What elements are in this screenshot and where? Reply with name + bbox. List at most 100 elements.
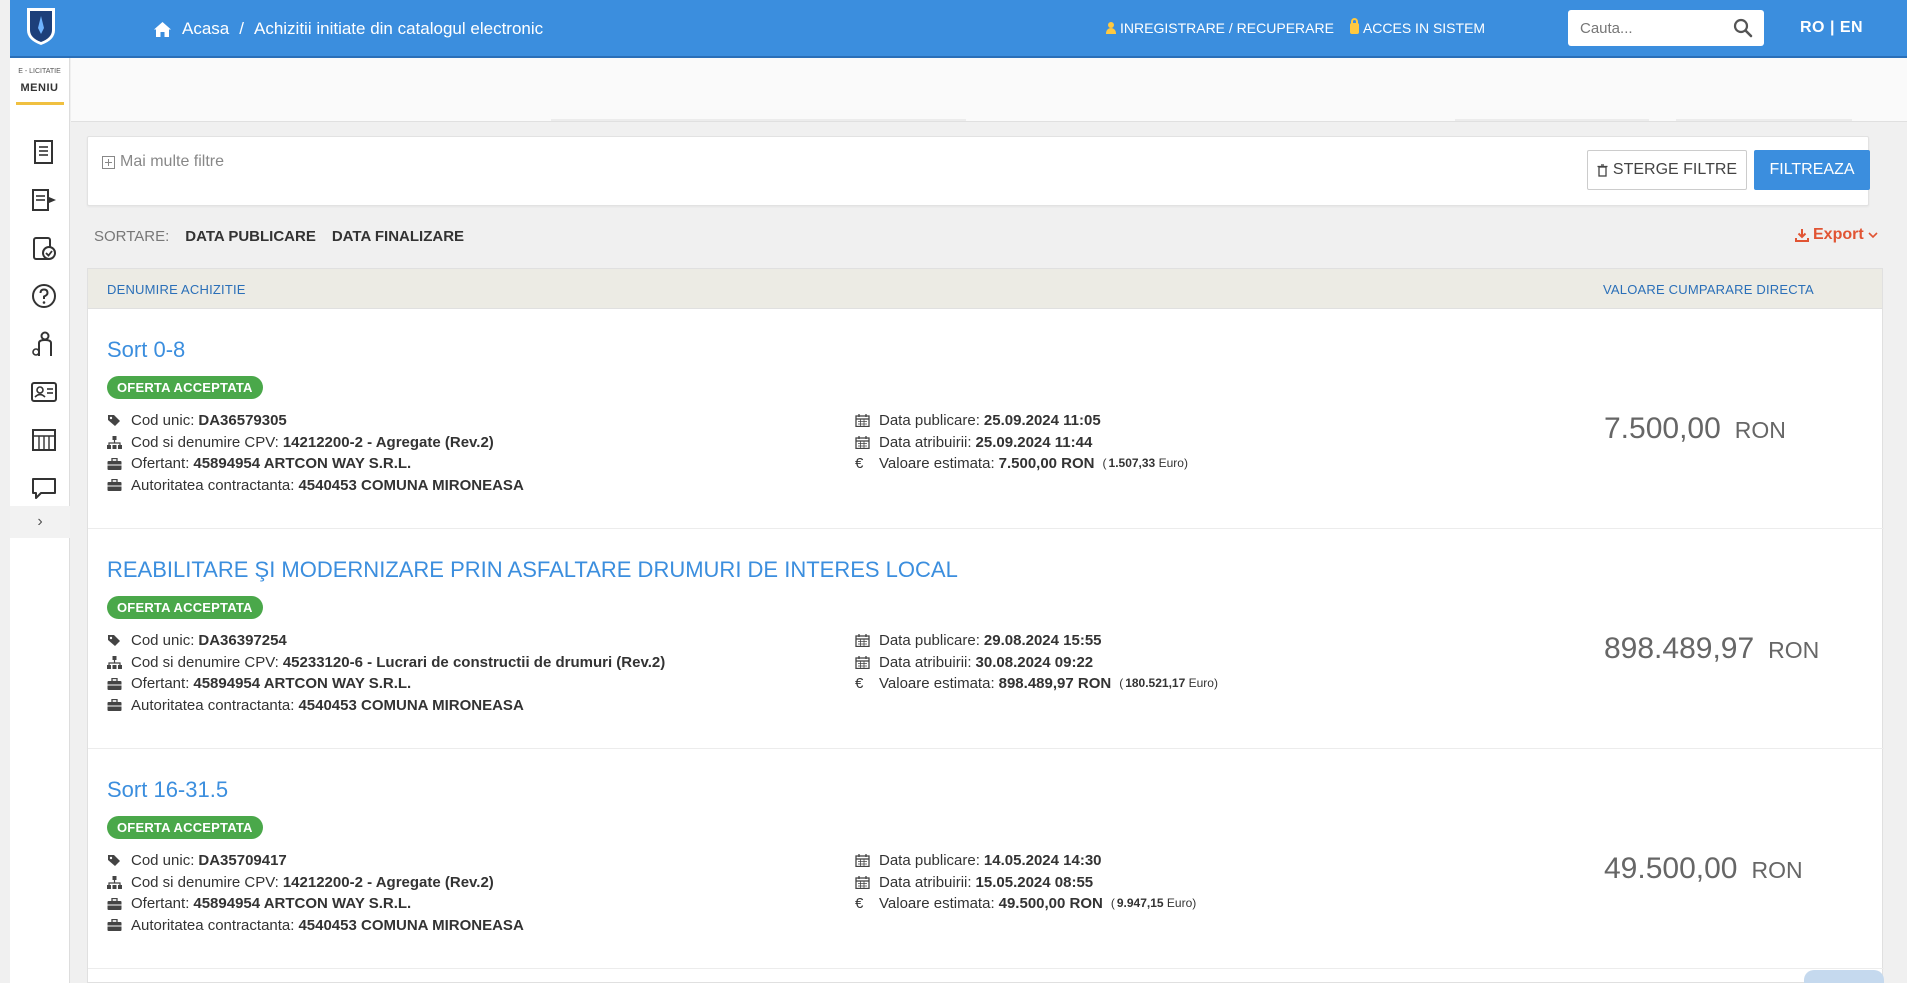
home-icon[interactable] — [153, 21, 172, 38]
search-input[interactable] — [1568, 19, 1728, 37]
award-date-value: 30.08.2024 09:22 — [975, 653, 1094, 671]
estimated-value-line: € Valoare estimata: 7.500,00 RON (1.507,3… — [855, 453, 1188, 475]
estimated-value-line: € Valoare estimata: 49.500,00 RON (9.947,… — [855, 893, 1196, 915]
trash-icon — [1597, 163, 1608, 177]
unique-code-label: Cod unic: — [131, 852, 195, 869]
sitemap-icon — [107, 656, 122, 670]
bidder-line: Ofertant: 45894954 ARTCON WAY S.R.L. — [107, 673, 665, 695]
cpv-value: 14212200-2 - Agregate (Rev.2) — [282, 433, 494, 451]
amount-value: 898.489,97 — [1604, 632, 1755, 665]
help-icon[interactable] — [30, 282, 58, 310]
bidder-label: Ofertant: — [131, 455, 190, 473]
details-left: Cod unic: DA36579305 Cod si denumire CPV:… — [107, 410, 524, 497]
unique-code-value: DA36397254 — [198, 632, 287, 649]
calendar-icon — [855, 414, 870, 428]
unique-code-line: Cod unic: DA36579305 — [107, 410, 524, 432]
cpv-label: Cod si denumire CPV: — [131, 433, 279, 451]
person-icon[interactable] — [30, 330, 58, 358]
amount-currency: RON — [1734, 417, 1786, 443]
euro-amount: 1.507,33 — [1108, 456, 1156, 471]
euro-amount: 9.947,15 — [1116, 896, 1164, 911]
authority-line: Autoritatea contractanta: 4540453 COMUNA … — [107, 915, 524, 937]
acquisition-title[interactable]: REABILITARE ŞI MODERNIZARE PRIN ASFALTAR… — [107, 557, 958, 583]
chat-icon[interactable] — [30, 474, 58, 502]
acquisition-title[interactable]: Sort 0-8 — [107, 337, 185, 363]
authority-value: 4540453 COMUNA MIRONEASA — [298, 477, 524, 495]
filter-button[interactable]: FILTREAZA — [1754, 150, 1870, 190]
breadcrumb: Acasa / Achizitii initiate din catalogul… — [153, 19, 543, 39]
login-link[interactable]: ACCES IN SISTEM — [1349, 17, 1486, 36]
euro-icon: € — [855, 895, 864, 913]
award-date-label: Data atribuirii: — [879, 433, 972, 451]
register-link[interactable]: INREGISTRARE / RECUPERARE — [1106, 20, 1334, 36]
bidder-value: 45894954 ARTCON WAY S.R.L. — [193, 675, 412, 693]
award-date-value: 25.09.2024 11:44 — [975, 433, 1093, 451]
sidebar-expand-toggle[interactable]: › — [10, 506, 70, 538]
amount-value: 49.500,00 — [1604, 852, 1738, 885]
calendar-icon — [855, 854, 870, 868]
estimated-value-euro: (1.507,33 Euro) — [1102, 456, 1188, 471]
authority-line: Autoritatea contractanta: 4540453 COMUNA … — [107, 695, 665, 717]
estimated-value-label: Valoare estimata: — [879, 455, 995, 473]
user-icon — [1106, 22, 1116, 34]
sort-bar: SORTARE: DATA PUBLICARE DATA FINALIZARE — [94, 228, 464, 245]
column-header-value[interactable]: VALOARE CUMPARARE DIRECTA — [1603, 282, 1814, 297]
clear-filters-button[interactable]: STERGE FILTRE — [1587, 150, 1747, 190]
calendar-icon — [855, 656, 870, 670]
column-header-name[interactable]: DENUMIRE ACHIZITIE — [107, 282, 246, 297]
status-badge: OFERTA ACCEPTATA — [107, 596, 263, 619]
documents-icon[interactable] — [30, 138, 58, 166]
publish-date-line: Data publicare: 14.05.2024 14:30 — [855, 850, 1196, 872]
euro-icon: € — [855, 455, 864, 473]
estimated-value: 7.500,00 RON — [998, 455, 1095, 473]
authority-value: 4540453 COMUNA MIRONEASA — [298, 697, 524, 715]
amount-currency: RON — [1751, 857, 1803, 883]
publish-date-value: 29.08.2024 15:55 — [983, 632, 1102, 649]
chevron-down-icon — [1868, 231, 1878, 238]
cpv-line: Cod si denumire CPV: 14212200-2 - Agregat… — [107, 432, 524, 454]
more-filters-toggle[interactable]: Mai multe filtre — [102, 153, 224, 171]
breadcrumb-home[interactable]: Acasa — [182, 19, 229, 39]
estimated-value-line: € Valoare estimata: 898.489,97 RON (180.5… — [855, 673, 1218, 695]
estimated-value-euro: (9.947,15 Euro) — [1110, 896, 1197, 911]
publish-date-label: Data publicare: — [879, 852, 980, 869]
briefcase-icon — [107, 699, 122, 712]
id-card-icon[interactable] — [30, 378, 58, 406]
clipboard-check-icon[interactable] — [30, 234, 58, 262]
unique-code-value: DA36579305 — [198, 412, 287, 429]
search-icon[interactable] — [1732, 17, 1754, 39]
euro-amount: 180.521,17 — [1125, 676, 1186, 691]
sort-by-end-date[interactable]: DATA FINALIZARE — [332, 228, 464, 245]
publish-date-value: 14.05.2024 14:30 — [983, 852, 1102, 869]
notices-icon[interactable] — [30, 186, 58, 214]
breadcrumb-current: Achizitii initiate din catalogul electro… — [253, 19, 544, 38]
briefcase-icon — [107, 919, 122, 932]
authority-line: Autoritatea contractanta: 4540453 COMUNA … — [107, 475, 524, 497]
status-badge: OFERTA ACCEPTATA — [107, 376, 263, 399]
bidder-line: Ofertant: 45894954 ARTCON WAY S.R.L. — [107, 893, 524, 915]
top-navbar: Acasa / Achizitii initiate din catalogul… — [10, 0, 1907, 58]
logo-icon[interactable] — [25, 6, 57, 46]
authority-label: Autoritatea contractanta: — [131, 477, 295, 495]
sort-by-publish-date[interactable]: DATA PUBLICARE — [185, 228, 316, 245]
estimated-value: 49.500,00 RON — [998, 895, 1103, 913]
download-icon — [1795, 229, 1809, 242]
briefcase-icon — [107, 897, 122, 910]
export-dropdown[interactable]: Export — [1795, 226, 1878, 244]
estimated-value-label: Valoare estimata: — [879, 675, 995, 693]
language-switch[interactable]: RO | EN — [1800, 19, 1863, 37]
catalog-icon[interactable] — [30, 426, 58, 454]
details-right: Data publicare: 14.05.2024 14:30 Data atr… — [855, 850, 1196, 915]
calendar-icon — [855, 634, 870, 648]
scroll-to-top-button[interactable] — [1804, 970, 1884, 983]
award-date-line: Data atribuirii: 25.09.2024 11:44 — [855, 432, 1188, 454]
menu-label[interactable]: MENIU — [10, 82, 69, 94]
export-label: Export — [1813, 226, 1864, 243]
login-label: ACCES IN SISTEM — [1362, 20, 1486, 36]
results-table: DENUMIRE ACHIZITIE VALOARE CUMPARARE DIR… — [87, 268, 1884, 983]
authority-value: 4540453 COMUNA MIRONEASA — [298, 917, 524, 935]
acquisition-title[interactable]: Sort 16-31.5 — [107, 777, 228, 803]
breadcrumb-separator: / — [239, 19, 244, 38]
unique-code-line: Cod unic: DA35709417 — [107, 850, 524, 872]
bidder-line: Ofertant: 45894954 ARTCON WAY S.R.L. — [107, 453, 524, 475]
